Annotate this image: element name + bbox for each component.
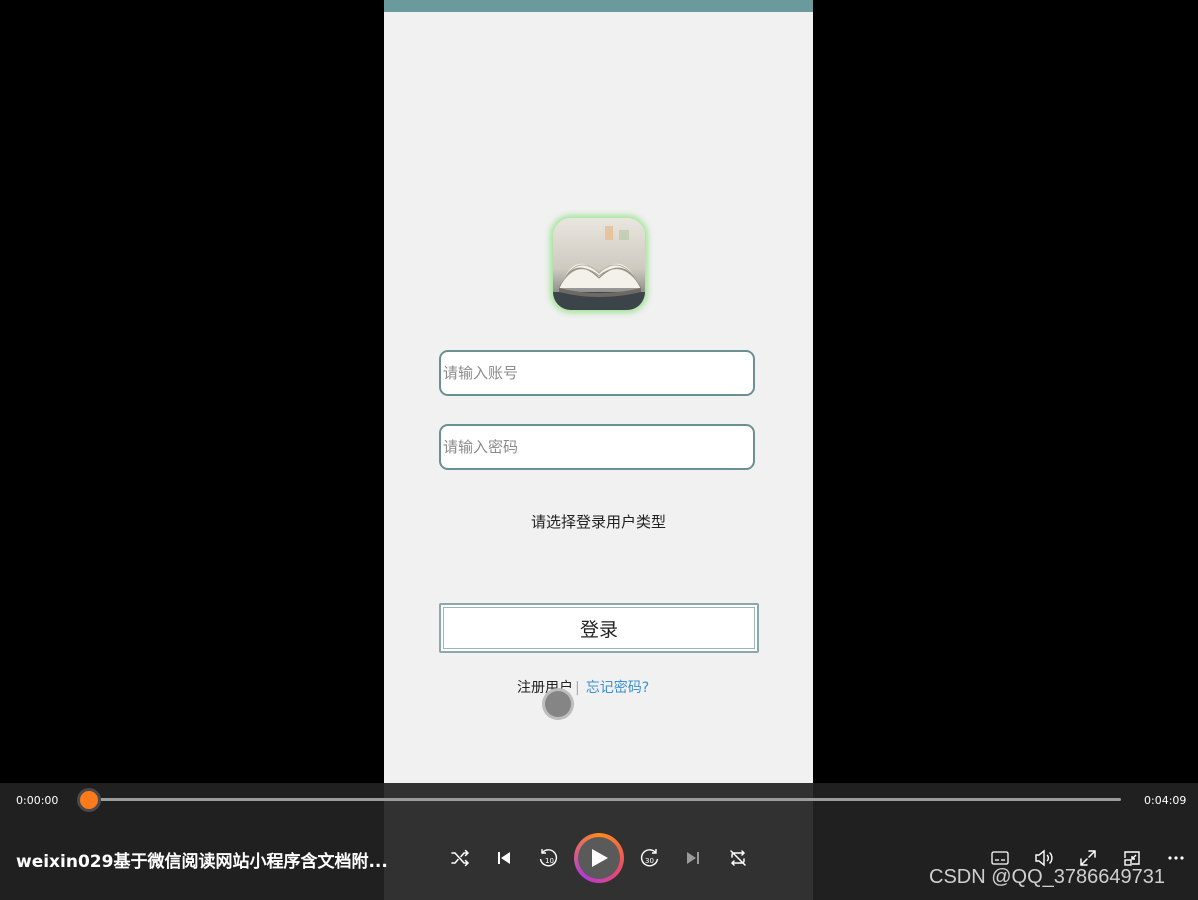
username-field[interactable]: [439, 350, 755, 396]
forgot-password-link[interactable]: 忘记密码?: [586, 680, 649, 696]
forward-30-icon[interactable]: 30: [635, 843, 665, 873]
csdn-watermark: CSDN @QQ_3786649731: [929, 866, 1165, 888]
username-input[interactable]: [441, 352, 753, 394]
user-type-selector[interactable]: 请选择登录用户类型: [384, 511, 813, 532]
seek-bar[interactable]: [80, 798, 1121, 801]
current-time: 0:00:00: [16, 794, 59, 807]
phone-screen: 请选择登录用户类型 登录 注册用户|忘记密码?: [384, 0, 813, 900]
login-button[interactable]: 登录: [439, 603, 759, 653]
play-button[interactable]: [574, 833, 624, 883]
auth-links: 注册用户 | 忘记密码?: [517, 677, 649, 697]
repeat-off-icon[interactable]: [723, 843, 753, 873]
next-icon[interactable]: [678, 843, 708, 873]
rewind-10-icon[interactable]: 10: [533, 843, 563, 873]
seek-thumb[interactable]: [80, 791, 98, 809]
previous-icon[interactable]: [489, 843, 519, 873]
shuffle-icon[interactable]: [445, 843, 475, 873]
touch-cursor-indicator: [545, 691, 571, 717]
password-input[interactable]: [441, 426, 753, 468]
password-field[interactable]: [439, 424, 755, 470]
svg-text:10: 10: [545, 857, 554, 865]
app-header-bar: [384, 0, 813, 12]
total-time: 0:04:09: [1144, 794, 1187, 807]
more-icon[interactable]: [1161, 843, 1191, 873]
link-separator: |: [575, 680, 580, 696]
video-title: weixin029基于微信阅读网站小程序含文档附...: [16, 852, 388, 872]
play-icon: [578, 837, 620, 879]
book-logo-image: [553, 218, 645, 310]
svg-text:30: 30: [645, 857, 654, 865]
